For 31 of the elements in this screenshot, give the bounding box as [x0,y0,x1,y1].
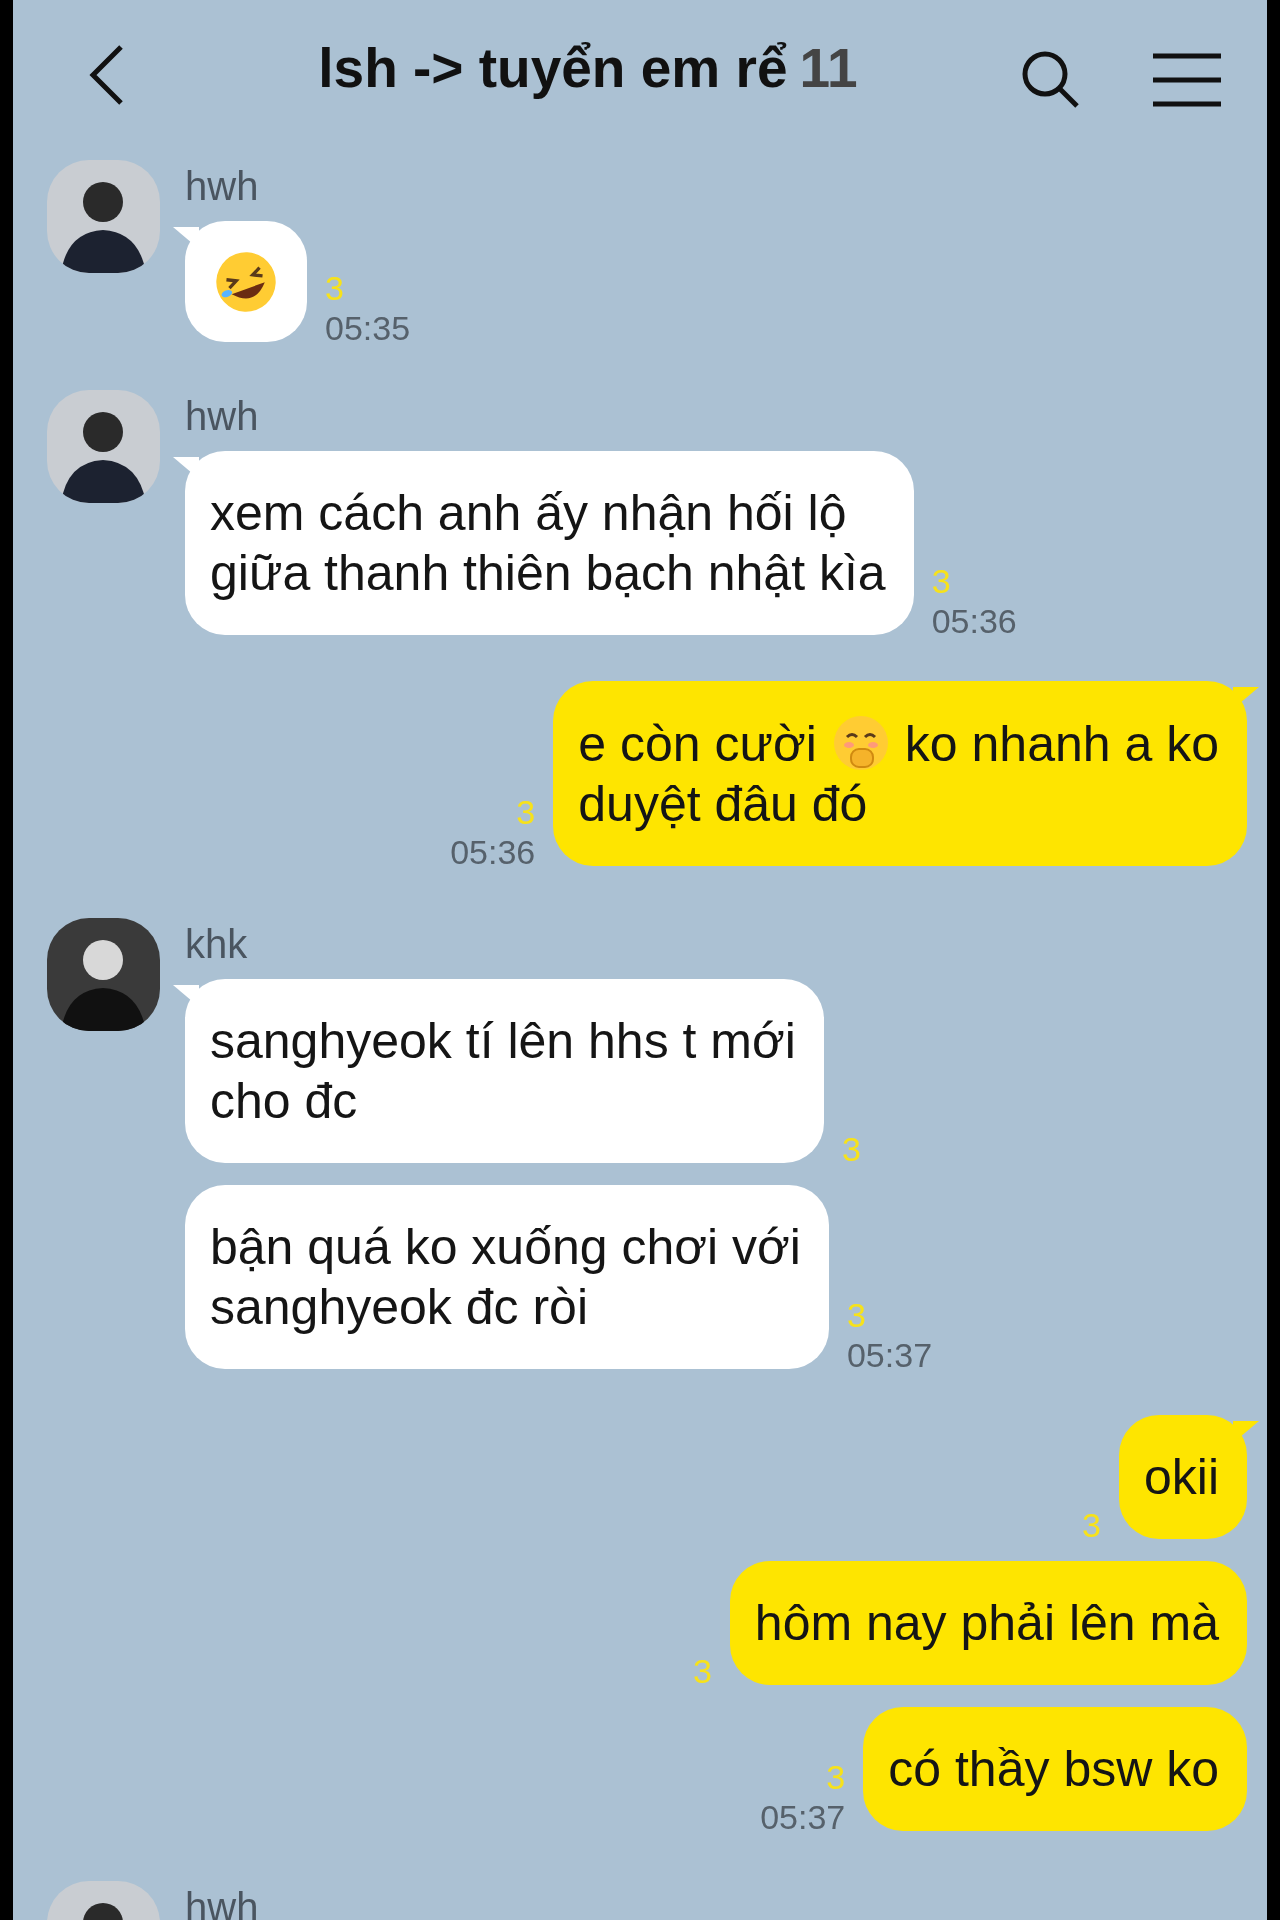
sender-name: khk [185,923,249,964]
message-time: 05:35 [325,307,411,348]
avatar[interactable] [47,160,160,273]
message-time: 05:37 [846,1334,933,1375]
unread-count: 3 [692,1650,712,1691]
message-text: bận quá ko xuống chơi với sanghyeok đc ròi [210,1218,801,1335]
message-text: sanghyeok tí lên hhs t mới cho đc [210,1012,796,1129]
message-text: xem cách anh ấy nhận hối lộ giữa thanh thiên bạch nhật kìa [210,484,886,601]
unread-count: 3 [841,1128,861,1169]
message-time: 05:36 [931,600,1017,641]
message-text: okii [1143,1448,1219,1505]
unread-count: 3 [931,560,951,601]
unread-count: 3 [846,1294,866,1335]
sender-name: hwh [185,395,260,436]
avatar[interactable] [47,389,160,503]
message-text: hôm nay phải lên mà [754,1594,1219,1651]
message-time: 05:36 [450,831,536,872]
message-text: e còn cười [578,715,817,772]
member-count: 11 [799,35,858,100]
avatar[interactable] [47,917,160,1031]
message-text: duyệt đâu đó [578,775,868,832]
message-text: ko nhanh a ko [904,715,1219,772]
unread-count: 3 [826,1756,846,1797]
message-time: 05:37 [760,1796,846,1837]
unread-count: 3 [1082,1504,1101,1545]
chat-title: lsh -> tuyển em rể [318,35,788,100]
unread-count: 3 [516,791,536,832]
sender-name: hwh [185,1886,259,1920]
message-text: có thầy bsw ko [888,1740,1219,1797]
sender-name: hwh [185,166,260,206]
unread-count: 3 [325,267,344,308]
